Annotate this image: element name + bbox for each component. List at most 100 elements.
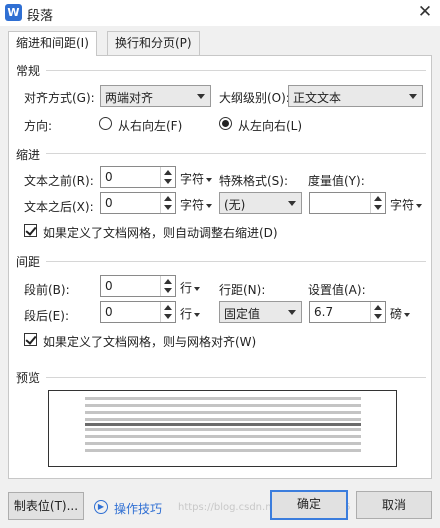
space-before-label: 段前(B): <box>24 283 70 297</box>
alignment-value: 两端对齐 <box>105 91 154 105</box>
space-after-label: 段后(E): <box>24 309 69 323</box>
alignment-label: 对齐方式(G): <box>24 91 95 105</box>
preview-line-next <box>85 442 361 445</box>
direction-ltr-label[interactable]: 从左向右(L) <box>238 117 302 134</box>
setting-value-unit-text: 磅 <box>390 307 403 321</box>
indent-grid-checkbox[interactable] <box>24 224 37 237</box>
spin-down-icon[interactable] <box>164 314 172 319</box>
line-spacing-value: 固定值 <box>224 307 261 321</box>
measure-input[interactable] <box>309 192 386 214</box>
space-after-unit-text: 行 <box>180 307 193 321</box>
cancel-button[interactable]: 取消 <box>356 491 432 519</box>
setting-value-unit[interactable]: 磅 <box>390 305 411 322</box>
preview-section-title: 预览 <box>16 371 41 385</box>
space-before-unit[interactable]: 行 <box>180 279 201 296</box>
spinner[interactable] <box>160 276 175 296</box>
dialog-title: 段落 <box>27 9 54 24</box>
indent-before-value: 0 <box>105 170 113 184</box>
preview-line-next <box>85 428 361 431</box>
indent-after-unit[interactable]: 字符 <box>180 196 213 213</box>
spacing-grid-checkbox-label[interactable]: 如果定义了文档网格，则与网格对齐(W) <box>43 333 256 350</box>
preview-line-current <box>85 423 361 426</box>
tips-link[interactable]: 操作技巧 <box>114 500 162 517</box>
spinner[interactable] <box>160 193 175 213</box>
space-after-value: 0 <box>105 305 113 319</box>
spin-up-icon[interactable] <box>164 279 172 284</box>
tab-indent-spacing[interactable]: 缩进和间距(I) <box>8 31 97 56</box>
line-spacing-label: 行距(N): <box>219 283 266 297</box>
measure-label: 度量值(Y): <box>308 174 365 188</box>
chevron-down-icon <box>197 94 205 99</box>
caret-down-icon <box>206 203 213 208</box>
line-spacing-select[interactable]: 固定值 <box>219 301 302 323</box>
preview-line-next <box>85 449 361 452</box>
tab-line-page-break[interactable]: 换行和分页(P) <box>107 31 200 55</box>
tab-stops-button[interactable]: 制表位(T)... <box>8 492 84 520</box>
indent-grid-checkbox-label[interactable]: 如果定义了文档网格，则自动调整右缩进(D) <box>43 224 278 241</box>
caret-down-icon <box>404 312 411 317</box>
indent-before-unit-text: 字符 <box>180 172 205 186</box>
direction-ltr-radio[interactable] <box>219 117 232 130</box>
indent-after-unit-text: 字符 <box>180 198 205 212</box>
title-bar: W 段落 ✕ <box>0 0 440 26</box>
space-before-unit-text: 行 <box>180 281 193 295</box>
alignment-select[interactable]: 两端对齐 <box>100 85 211 107</box>
spinner[interactable] <box>370 302 385 322</box>
wps-writer-icon: W <box>5 4 22 21</box>
divider <box>46 153 426 154</box>
indent-section-title: 缩进 <box>16 148 41 162</box>
outline-level-label: 大纲级别(O): <box>219 91 290 105</box>
special-format-value: (无) <box>224 198 246 212</box>
close-icon[interactable]: ✕ <box>410 0 440 26</box>
spacing-grid-checkbox[interactable] <box>24 333 37 346</box>
caret-down-icon <box>416 203 423 208</box>
spin-up-icon[interactable] <box>374 305 382 310</box>
direction-rtl-radio[interactable] <box>99 117 112 130</box>
spin-down-icon[interactable] <box>374 205 382 210</box>
setting-value-input[interactable]: 6.7 <box>309 301 386 323</box>
indent-after-value: 0 <box>105 196 113 210</box>
preview-line-next <box>85 435 361 438</box>
spin-up-icon[interactable] <box>164 170 172 175</box>
caret-down-icon <box>206 177 213 182</box>
spin-down-icon[interactable] <box>374 314 382 319</box>
ok-button[interactable]: 确定 <box>270 490 348 520</box>
setting-value-value: 6.7 <box>314 305 334 319</box>
spin-down-icon[interactable] <box>164 179 172 184</box>
space-before-value: 0 <box>105 279 113 293</box>
measure-unit-text: 字符 <box>390 198 415 212</box>
caret-down-icon <box>194 312 201 317</box>
special-format-select[interactable]: (无) <box>219 192 302 214</box>
play-icon[interactable]: ▶ <box>94 500 108 514</box>
indent-before-unit[interactable]: 字符 <box>180 170 213 187</box>
direction-rtl-label[interactable]: 从右向左(F) <box>118 117 182 134</box>
spin-up-icon[interactable] <box>164 305 172 310</box>
spinner[interactable] <box>370 193 385 213</box>
spinner[interactable] <box>160 302 175 322</box>
preview-line-previous <box>85 397 361 400</box>
caret-down-icon <box>194 286 201 291</box>
preview-line-previous <box>85 418 361 421</box>
space-after-unit[interactable]: 行 <box>180 305 201 322</box>
spin-up-icon[interactable] <box>164 196 172 201</box>
preview-line-previous <box>85 411 361 414</box>
general-section-title: 常规 <box>16 64 41 78</box>
spin-down-icon[interactable] <box>164 288 172 293</box>
spin-up-icon[interactable] <box>374 196 382 201</box>
spacing-section-title: 间距 <box>16 255 41 269</box>
measure-unit[interactable]: 字符 <box>390 196 423 213</box>
spinner[interactable] <box>160 167 175 187</box>
chevron-down-icon <box>409 94 417 99</box>
indent-after-label: 文本之后(X): <box>24 200 94 214</box>
outline-level-select[interactable]: 正文文本 <box>288 85 423 107</box>
direction-label: 方向: <box>24 119 53 133</box>
space-before-input[interactable]: 0 <box>100 275 176 297</box>
spin-down-icon[interactable] <box>164 205 172 210</box>
divider <box>46 377 426 378</box>
indent-after-input[interactable]: 0 <box>100 192 176 214</box>
outline-level-value: 正文文本 <box>293 91 342 105</box>
indent-before-label: 文本之前(R): <box>24 174 94 188</box>
setting-value-label: 设置值(A): <box>308 283 366 297</box>
space-after-input[interactable]: 0 <box>100 301 176 323</box>
indent-before-input[interactable]: 0 <box>100 166 176 188</box>
